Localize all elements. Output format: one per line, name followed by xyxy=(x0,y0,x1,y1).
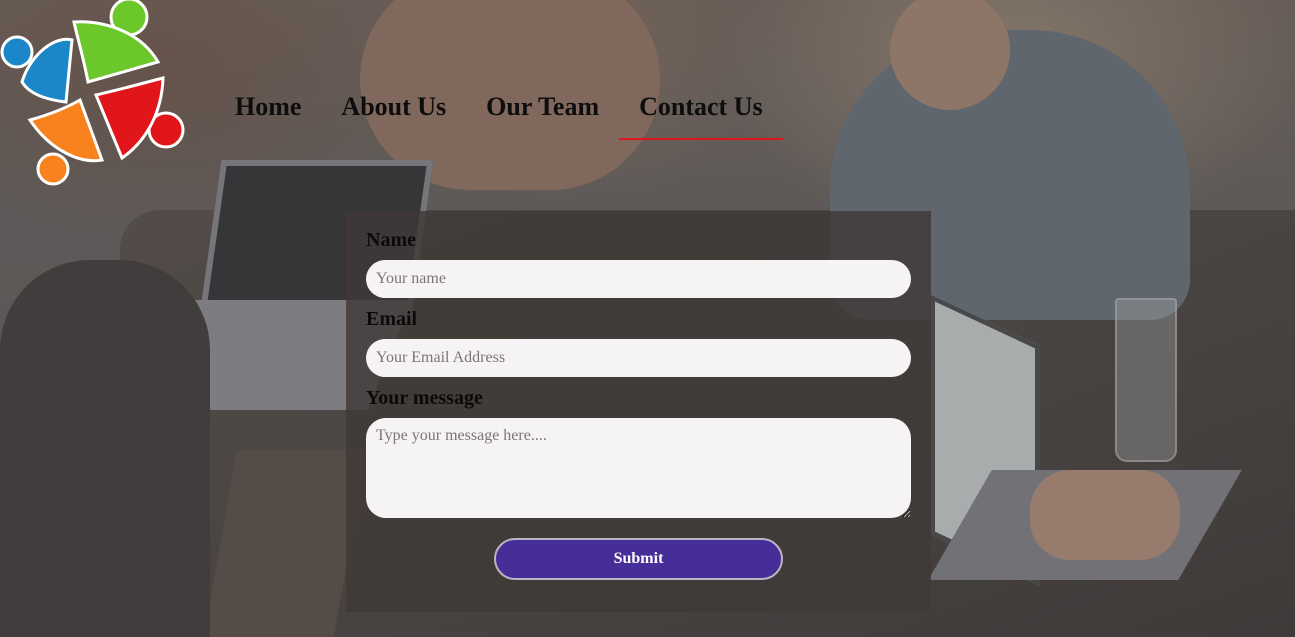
submit-row: Submit xyxy=(366,538,911,580)
name-label: Name xyxy=(366,229,416,251)
nav-our-team[interactable]: Our Team xyxy=(466,92,619,134)
people-circle-logo-icon[interactable] xyxy=(0,0,190,190)
message-textarea[interactable] xyxy=(366,418,911,518)
nav-contact-us[interactable]: Contact Us xyxy=(619,92,783,140)
nav-home[interactable]: Home xyxy=(215,92,321,134)
email-input[interactable] xyxy=(366,339,911,377)
main-nav: Home About Us Our Team Contact Us xyxy=(215,92,783,140)
message-label: Your message xyxy=(366,387,483,409)
contact-form-panel: Name Email Your message Submit xyxy=(346,211,931,612)
submit-button[interactable]: Submit xyxy=(494,538,783,580)
nav-about-us[interactable]: About Us xyxy=(321,92,466,134)
email-label: Email xyxy=(366,308,418,330)
name-input[interactable] xyxy=(366,260,911,298)
